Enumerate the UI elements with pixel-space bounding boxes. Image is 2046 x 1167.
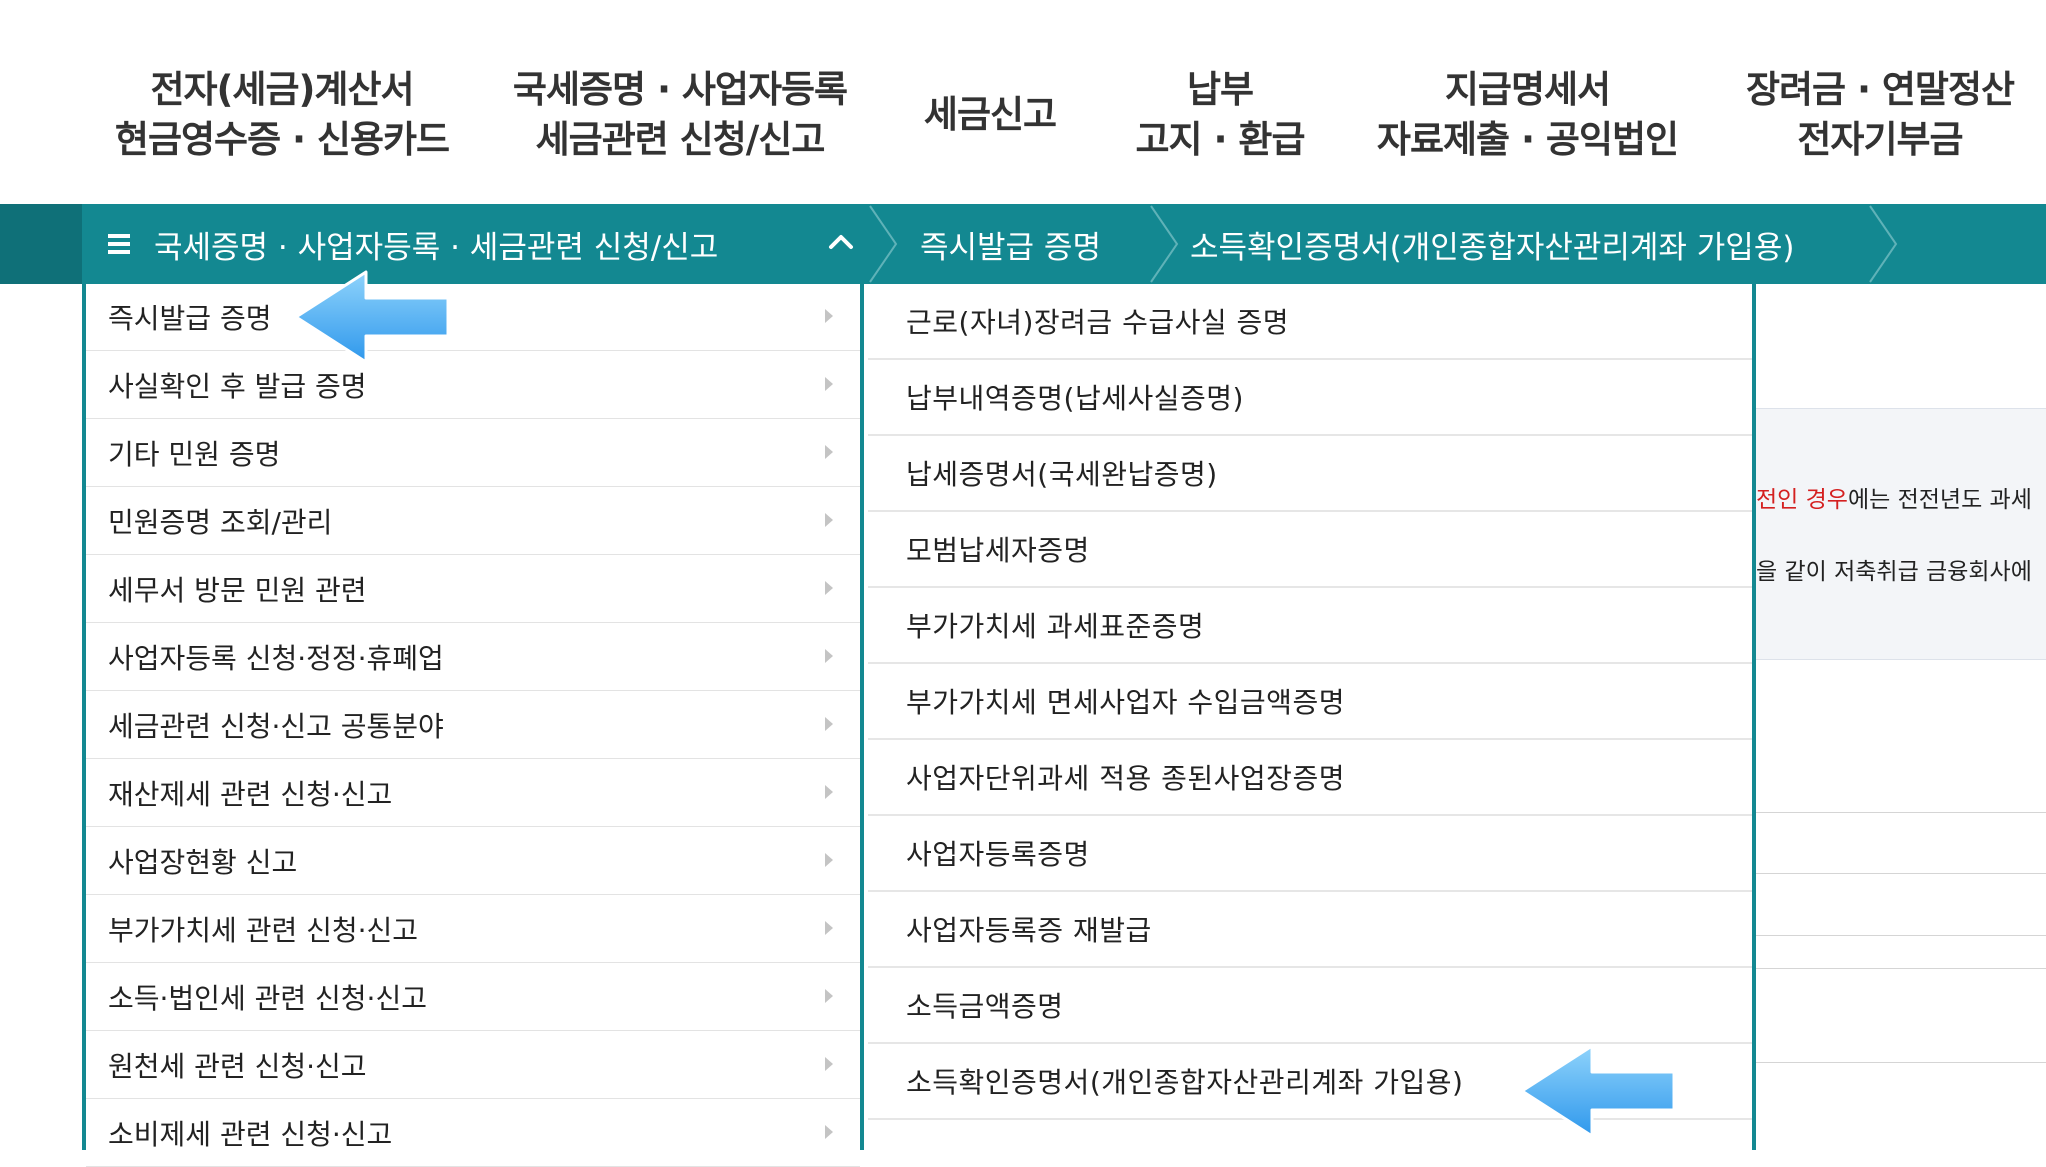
submenu-item-subsidiary-workplace-cert[interactable]: 사업자단위과세 적용 종된사업장증명 <box>868 740 1752 816</box>
breadcrumb-level2[interactable]: 즉시발급 증명 <box>920 204 1101 284</box>
submenu-item-registration-reissue[interactable]: 사업자등록증 재발급 <box>868 892 1752 968</box>
submenu-item-exempt-revenue-cert[interactable]: 부가가치세 면세사업자 수입금액증명 <box>868 664 1752 740</box>
left-menu-item-tax-office-visit[interactable]: 세무서 방문 민원 관련 <box>86 556 860 623</box>
top-nav-e-invoice-line2: 현금영수증 · 신용카드 <box>114 118 450 161</box>
left-menu-item-label: 소득·법인세 관련 신청·신고 <box>108 982 427 1015</box>
breadcrumb-separator-icon <box>1150 205 1179 283</box>
left-menu-item-common-filing[interactable]: 세금관련 신청·신고 공통분야 <box>86 692 860 759</box>
left-menu-item-income-corporate-tax[interactable]: 소득·법인세 관련 신청·신고 <box>86 964 860 1031</box>
top-nav-payment-line1: 납부 <box>1186 68 1254 111</box>
left-menu-item-business-status-report[interactable]: 사업장현황 신고 <box>86 828 860 895</box>
submenu-item-payment-history-cert[interactable]: 납부내역증명(납세사실증명) <box>868 360 1752 436</box>
left-menu-item-excise-tax[interactable]: 소비제세 관련 신청·신고 <box>86 1100 860 1167</box>
top-navigation: 전자(세금)계산서 현금영수증 · 신용카드 국세증명 · 사업자등록 세금관련… <box>0 0 2046 204</box>
chevron-right-icon <box>825 581 833 595</box>
top-nav-e-invoice-line1: 전자(세금)계산서 <box>150 68 414 111</box>
breadcrumb-bar-left-edge <box>0 204 82 284</box>
left-menu-item-vat[interactable]: 부가가치세 관련 신청·신고 <box>86 896 860 963</box>
top-nav-payment-line2: 고지 · 환급 <box>1135 118 1306 161</box>
submenu-item-model-taxpayer-cert[interactable]: 모범납세자증명 <box>868 512 1752 588</box>
chevron-right-icon <box>825 989 833 1003</box>
background-notice-line2: 을 같이 저축취급 금융회사에 <box>1756 559 2032 585</box>
chevron-right-icon <box>825 513 833 527</box>
top-nav-payment-statement[interactable]: 지급명세서 자료제출 · 공익법인 <box>1375 60 1680 170</box>
left-menu-item-label: 사업자등록 신청·정정·휴폐업 <box>108 642 444 675</box>
left-menu-item-fact-check-certificate[interactable]: 사실확인 후 발급 증명 <box>86 352 860 419</box>
left-menu-item-label: 기타 민원 증명 <box>108 438 281 471</box>
left-menu-item-label: 부가가치세 관련 신청·신고 <box>108 914 419 947</box>
background-notice-line1-rest: 에는 전전년도 과세 <box>1847 487 2032 513</box>
top-nav-tax-filing[interactable]: 세금신고 <box>905 60 1075 170</box>
left-menu-item-property-tax[interactable]: 재산제세 관련 신청·신고 <box>86 760 860 827</box>
top-nav-payment-statement-line1: 지급명세서 <box>1444 68 1611 111</box>
submenu-item-tax-clearance-cert[interactable]: 납세증명서(국세완납증명) <box>868 436 1752 512</box>
top-nav-e-invoice[interactable]: 전자(세금)계산서 현금영수증 · 신용카드 <box>112 60 452 170</box>
chevron-up-icon[interactable] <box>826 226 856 256</box>
top-nav-payment-statement-line2: 자료제출 · 공익법인 <box>1376 118 1679 161</box>
left-menu-item-instant-certificate[interactable]: 즉시발급 증명 <box>86 284 860 351</box>
left-menu-item-label: 원천세 관련 신청·신고 <box>108 1050 367 1083</box>
left-menu-item-business-registration[interactable]: 사업자등록 신청·정정·휴폐업 <box>86 624 860 691</box>
chevron-right-icon <box>825 921 833 935</box>
background-divider <box>1756 1062 2046 1063</box>
left-menu-item-other-certificate[interactable]: 기타 민원 증명 <box>86 420 860 487</box>
breadcrumb-section-label: 국세증명 · 사업자등록 · 세금관련 신청/신고 <box>154 229 719 266</box>
top-nav-payment[interactable]: 납부 고지 · 환급 <box>1120 60 1320 170</box>
background-divider <box>1756 812 2046 813</box>
chevron-right-icon <box>825 1057 833 1071</box>
top-nav-incentive-line2: 전자기부금 <box>1797 118 1963 161</box>
top-nav-incentive-line1: 장려금 · 연말정산 <box>1745 68 2015 111</box>
left-menu-item-label: 재산제세 관련 신청·신고 <box>108 778 393 811</box>
chevron-right-icon <box>825 717 833 731</box>
annotation-arrow-icon <box>1520 1044 1676 1138</box>
top-nav-tax-filing-line1: 세금신고 <box>923 93 1057 136</box>
left-menu-item-label: 즉시발급 증명 <box>108 302 272 335</box>
breadcrumb-separator-icon <box>1869 205 1898 283</box>
background-notice-line1: 전인 경우에는 전전년도 과세 <box>1756 480 2032 514</box>
left-menu-item-label: 사실확인 후 발급 증명 <box>108 370 367 403</box>
breadcrumb-level3[interactable]: 소득확인증명서(개인종합자산관리계좌 가입용) <box>1190 204 1794 284</box>
submenu-item-income-amount-cert[interactable]: 소득금액증명 <box>868 968 1752 1044</box>
chevron-right-icon <box>825 309 833 323</box>
top-nav-incentive[interactable]: 장려금 · 연말정산 전자기부금 <box>1740 60 2020 170</box>
left-menu-item-label: 사업장현황 신고 <box>108 846 298 879</box>
top-nav-certificates-line2: 세금관련 신청/신고 <box>535 118 826 161</box>
left-menu-item-label: 세금관련 신청·신고 공통분야 <box>108 710 444 743</box>
submenu-item-business-registration-cert[interactable]: 사업자등록증명 <box>868 816 1752 892</box>
chevron-right-icon <box>825 1125 833 1139</box>
background-notice-emphasis: 전인 경우 <box>1756 487 1848 513</box>
chevron-right-icon <box>825 853 833 867</box>
left-menu-item-label: 민원증명 조회/관리 <box>108 506 333 539</box>
top-nav-certificates-line1: 국세증명 · 사업자등록 <box>512 68 848 111</box>
background-divider <box>1756 873 2046 874</box>
breadcrumb-separator-icon <box>869 205 898 283</box>
left-menu-item-label: 세무서 방문 민원 관련 <box>108 574 367 607</box>
hamburger-menu-icon <box>108 234 130 254</box>
chevron-right-icon <box>825 649 833 663</box>
submenu-instant-certificates: 근로(자녀)장려금 수급사실 증명 납부내역증명(납세사실증명) 납세증명서(국… <box>868 284 1756 1150</box>
chevron-right-icon <box>825 785 833 799</box>
left-menu-item-withholding-tax[interactable]: 원천세 관련 신청·신고 <box>86 1032 860 1099</box>
submenu-item-incentive-receipt-cert[interactable]: 근로(자녀)장려금 수급사실 증명 <box>868 284 1752 360</box>
background-divider <box>1756 968 2046 969</box>
left-dropdown-menu: 즉시발급 증명 사실확인 후 발급 증명 기타 민원 증명 민원증명 조회/관리… <box>82 284 864 1167</box>
chevron-right-icon <box>825 445 833 459</box>
submenu-item-vat-tax-base-cert[interactable]: 부가가치세 과세표준증명 <box>868 588 1752 664</box>
left-menu-item-certificate-lookup[interactable]: 민원증명 조회/관리 <box>86 488 860 555</box>
left-menu-item-label: 소비제세 관련 신청·신고 <box>108 1118 393 1151</box>
top-nav-certificates[interactable]: 국세증명 · 사업자등록 세금관련 신청/신고 <box>505 60 855 170</box>
background-divider <box>1756 935 2046 936</box>
annotation-arrow-icon <box>294 270 450 364</box>
chevron-right-icon <box>825 377 833 391</box>
background-notice-panel <box>1756 408 2046 660</box>
